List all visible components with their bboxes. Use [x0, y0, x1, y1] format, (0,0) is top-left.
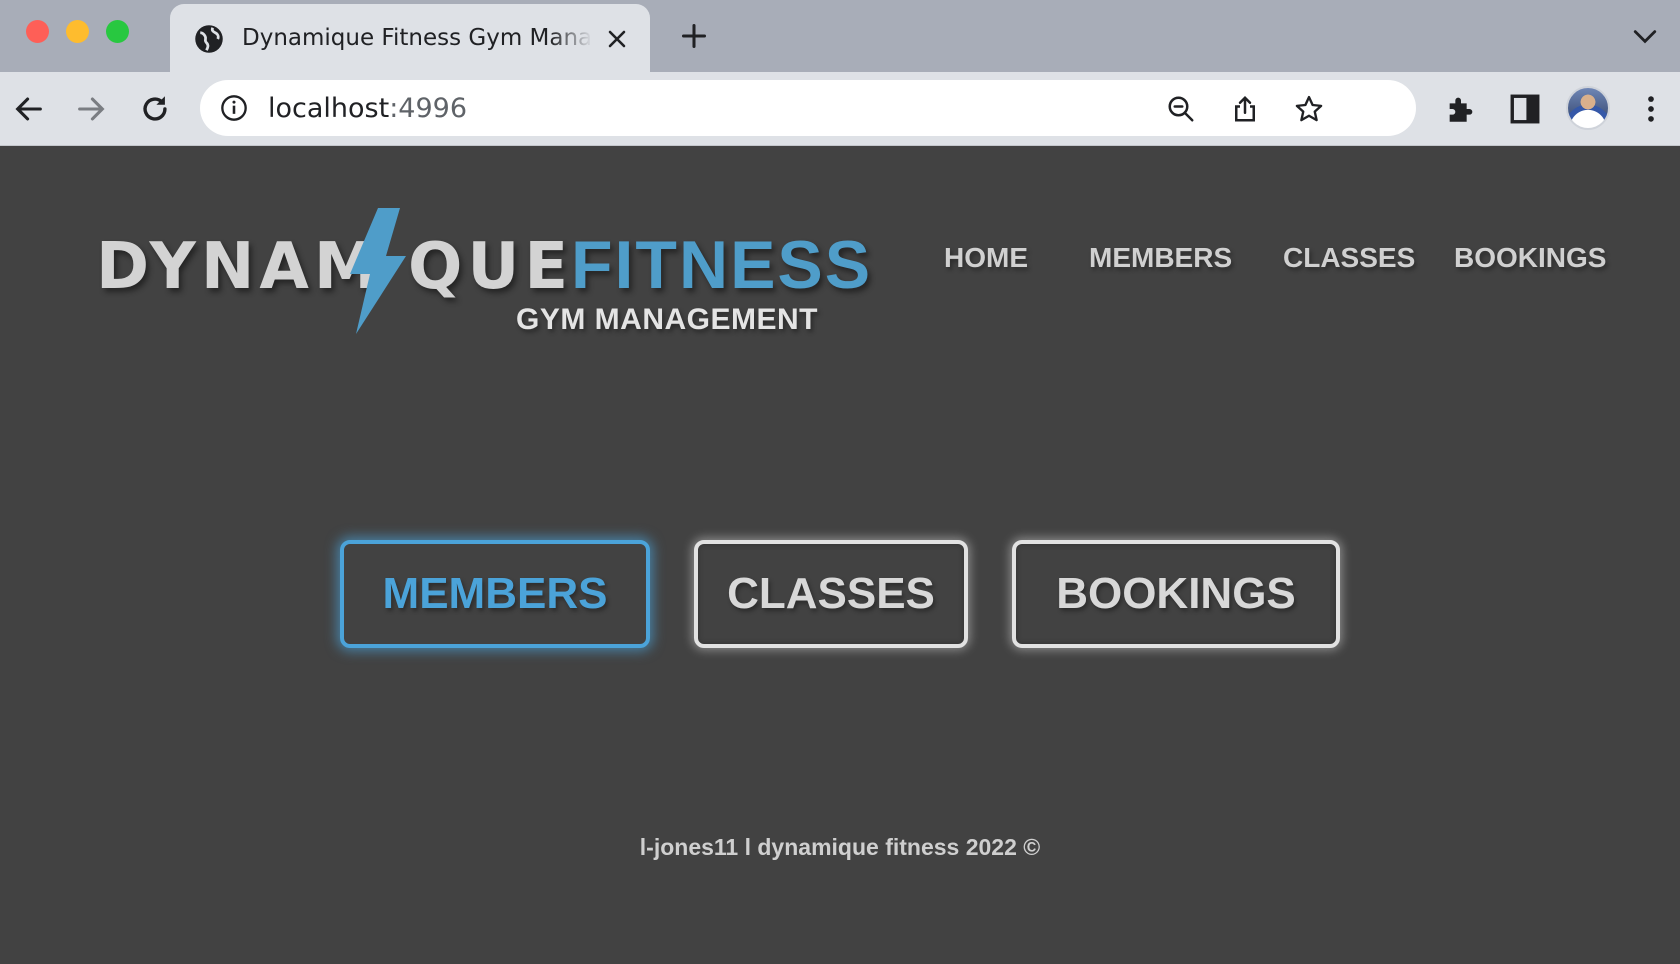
- profile-avatar[interactable]: [1566, 86, 1610, 130]
- nav-members[interactable]: MEMBERS: [1089, 242, 1232, 274]
- browser-toolbar: localhost:4996: [0, 72, 1680, 146]
- back-icon[interactable]: [12, 92, 46, 126]
- logo-subtitle: GYM MANAGEMENT: [516, 303, 818, 336]
- tab-title: Dynamique Fitness Gym Management: [242, 25, 592, 51]
- bookings-button[interactable]: BOOKINGS: [1012, 540, 1340, 648]
- reload-icon[interactable]: [138, 92, 172, 126]
- members-button[interactable]: MEMBERS: [340, 540, 650, 648]
- extensions-icon[interactable]: [1444, 92, 1478, 126]
- nav-classes[interactable]: CLASSES: [1283, 242, 1415, 274]
- chevron-down-icon[interactable]: [1632, 26, 1658, 46]
- browser-tab[interactable]: Dynamique Fitness Gym Management: [170, 4, 650, 72]
- url-port: :4996: [389, 93, 468, 124]
- side-panel-icon[interactable]: [1508, 92, 1542, 126]
- close-icon[interactable]: [605, 27, 629, 51]
- star-icon[interactable]: [1294, 94, 1324, 124]
- logo-word-right: QUE: [408, 230, 574, 304]
- page-content: DYNAM QUE FITNESS GYM MANAGEMENT HOME ME…: [0, 146, 1680, 964]
- tab-strip: Dynamique Fitness Gym Management: [0, 0, 1680, 72]
- nav-bookings[interactable]: BOOKINGS: [1454, 242, 1606, 274]
- info-icon[interactable]: [220, 94, 248, 122]
- url-text: localhost:4996: [268, 93, 467, 125]
- url-host: localhost: [268, 93, 390, 124]
- more-icon[interactable]: [1634, 92, 1668, 126]
- address-bar[interactable]: localhost:4996: [200, 80, 1416, 136]
- footer-text: l-jones11 l dynamique fitness 2022 ©: [639, 834, 1041, 860]
- classes-button[interactable]: CLASSES: [694, 540, 968, 648]
- close-window-button[interactable]: [26, 20, 49, 43]
- lightning-bolt-icon: [350, 208, 406, 334]
- minimize-window-button[interactable]: [66, 20, 89, 43]
- site-logo[interactable]: DYNAM QUE FITNESS GYM MANAGEMENT: [96, 208, 870, 338]
- logo-word-left: DYNAM: [96, 230, 383, 304]
- share-icon[interactable]: [1230, 94, 1260, 124]
- nav-home[interactable]: HOME: [944, 242, 1028, 274]
- zoom-icon[interactable]: [1166, 94, 1196, 124]
- maximize-window-button[interactable]: [106, 20, 129, 43]
- plus-icon[interactable]: [680, 22, 708, 50]
- globe-icon: [195, 25, 223, 53]
- logo-word-fitness: FITNESS: [571, 227, 873, 303]
- forward-icon[interactable]: [74, 92, 108, 126]
